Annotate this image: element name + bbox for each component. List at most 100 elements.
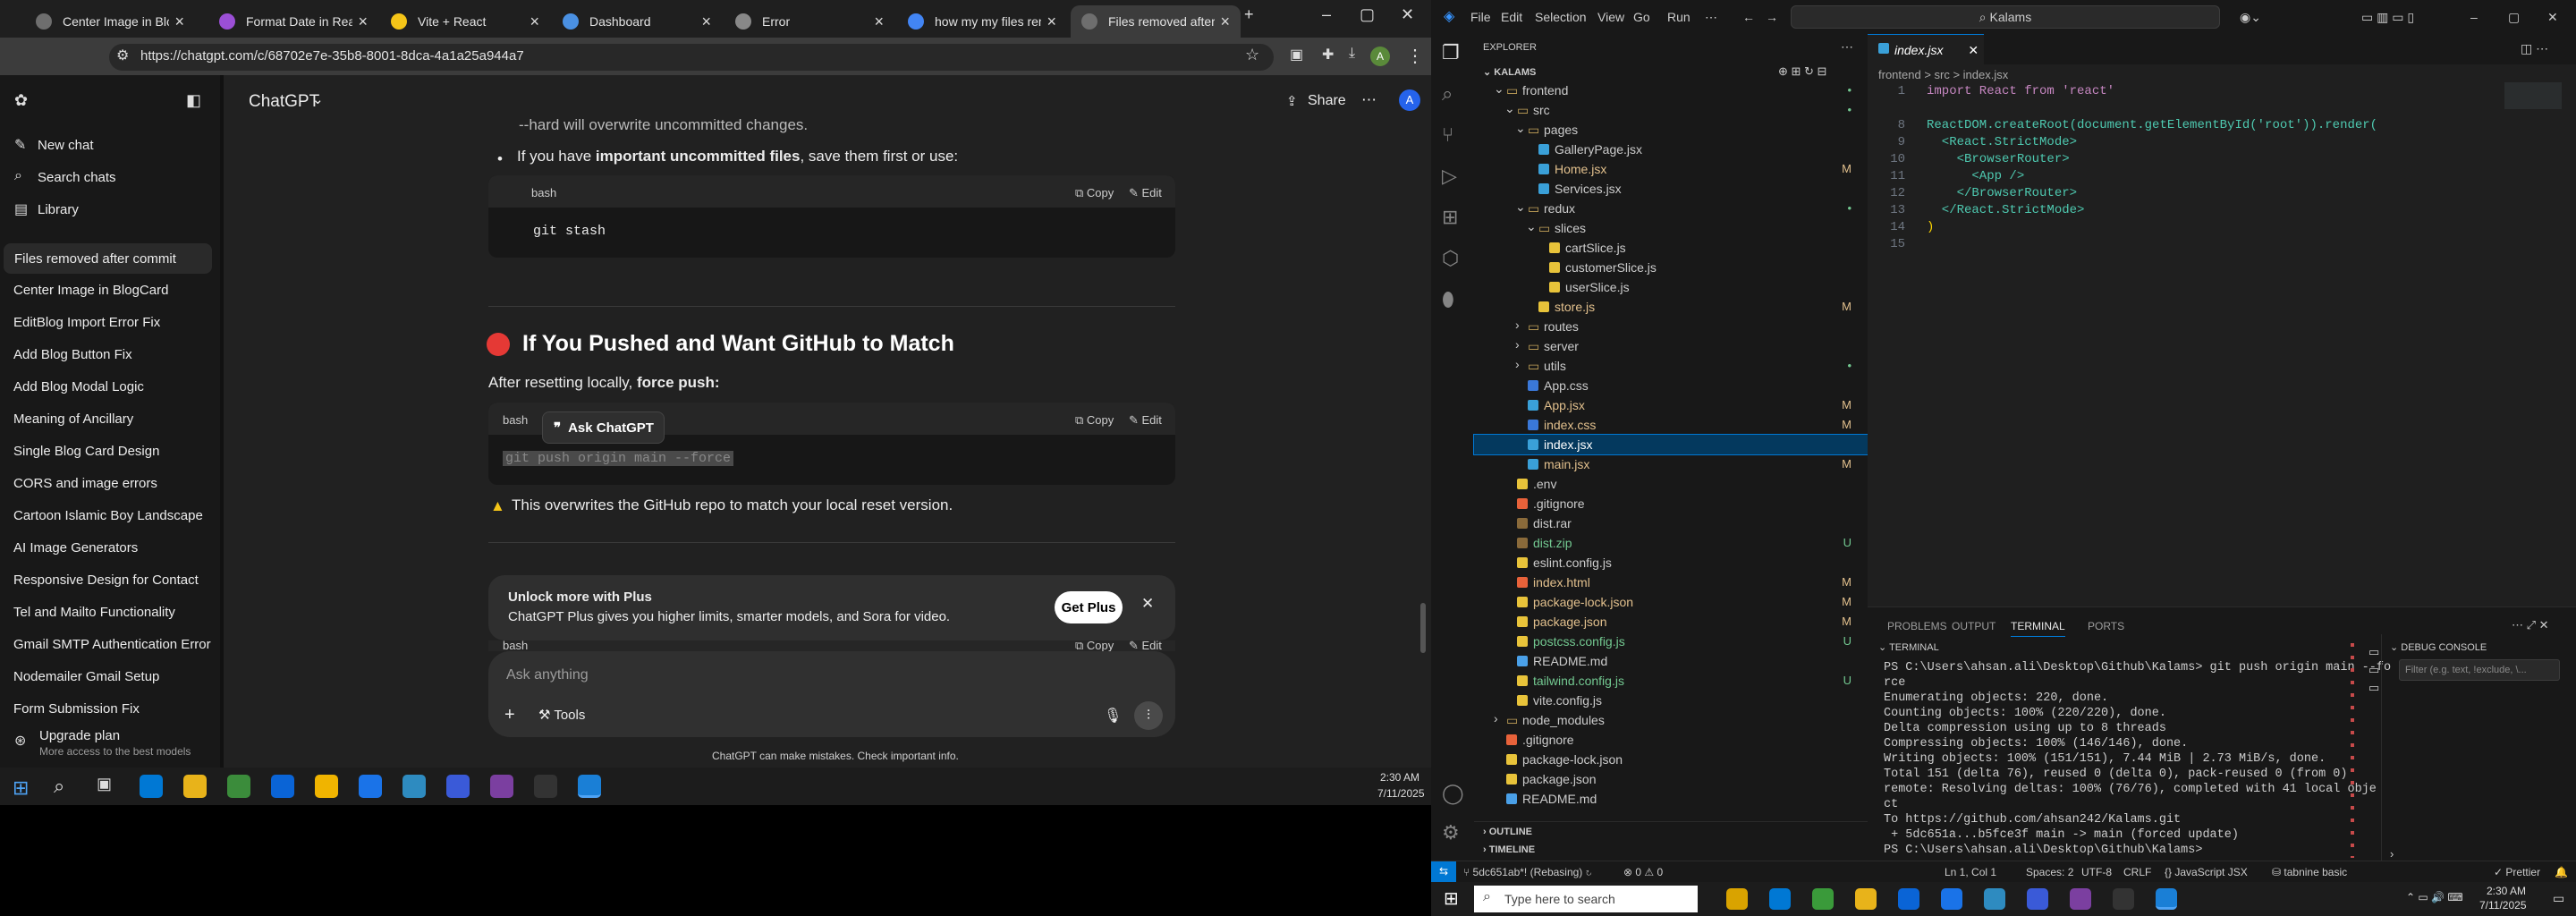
close-tab-icon[interactable]: × — [701, 13, 711, 31]
search-activity-icon[interactable]: ⌕ — [1442, 82, 1453, 106]
new-tab-icon[interactable]: + — [1244, 5, 1254, 24]
browser-tab[interactable]: Center Image in BlogC × — [25, 5, 195, 38]
model-selector[interactable]: ChatGPT — [249, 92, 319, 112]
explorer-more-icon[interactable]: ⋯ — [1841, 39, 1853, 55]
taskbar-search-box[interactable]: Type here to search — [1474, 886, 1698, 912]
terminal-icon[interactable] — [534, 775, 557, 798]
tree-item[interactable]: vite.config.js — [1474, 691, 1868, 710]
extension-icon[interactable]: ▣ — [1290, 46, 1303, 64]
tree-item[interactable]: cartSlice.js — [1474, 238, 1868, 258]
task-view-icon[interactable]: ▣ — [97, 775, 112, 793]
tree-item[interactable]: ⌄ ▭ frontend • — [1474, 81, 1868, 100]
maximize-icon[interactable]: ▢ — [1360, 5, 1375, 24]
close-tab-icon[interactable]: × — [358, 13, 368, 31]
command-center-search[interactable]: ⌕ Kalams — [1791, 5, 2220, 29]
bookmark-star-icon[interactable]: ☆ — [1245, 46, 1259, 64]
taskbar-app-icon[interactable] — [2027, 888, 2048, 910]
remote-icon[interactable]: ⇆ — [1431, 861, 1456, 883]
browser-menu-icon[interactable]: ⋮ — [1406, 45, 1424, 67]
taskbar-github-icon[interactable] — [2113, 888, 2134, 910]
code-line[interactable]: </React.StrictMode> — [1927, 203, 2085, 217]
windows-start-icon[interactable]: ⊞ — [1444, 887, 1459, 910]
taskbar-store-icon[interactable] — [1898, 888, 1919, 910]
layout-icons[interactable]: ▭ ▥ ▭ ▯ — [2361, 10, 2414, 25]
chrome-icon[interactable] — [359, 775, 382, 798]
code-line[interactable]: ) — [1927, 220, 1934, 234]
sidebar-toggle-icon[interactable]: ◧ — [186, 91, 201, 110]
code-text-selected[interactable]: git push origin main --force — [503, 451, 734, 466]
tree-item[interactable]: › ▭ routes — [1474, 317, 1868, 336]
menu-go[interactable]: Go — [1633, 10, 1650, 24]
tree-item[interactable]: ⌄ ▭ pages — [1474, 120, 1868, 140]
system-tray-icons[interactable]: ⌃ ▭ 🔊 ⌨ — [2406, 891, 2463, 903]
main-scrollbar[interactable] — [1420, 603, 1426, 653]
tree-item[interactable]: package-lock.json — [1474, 750, 1868, 769]
debug-chevron-icon[interactable]: › — [2390, 847, 2394, 861]
tree-item[interactable]: App.css — [1474, 376, 1868, 395]
vscode-maximize-icon[interactable]: ▢ — [2508, 10, 2520, 25]
close-tab-icon[interactable]: × — [530, 13, 539, 31]
docker-icon[interactable]: ⬡ — [1442, 247, 1459, 270]
outline-section[interactable]: › OUTLINE — [1483, 827, 1532, 837]
upgrade-plan-button[interactable]: Upgrade plan — [39, 728, 120, 743]
close-tab-icon[interactable]: × — [1046, 13, 1056, 31]
tree-item[interactable]: .env — [1474, 474, 1868, 494]
cursor-position[interactable]: Ln 1, Col 1 — [1945, 866, 1996, 878]
tree-item[interactable]: customerSlice.js — [1474, 258, 1868, 277]
tree-item[interactable]: Services.jsx — [1474, 179, 1868, 199]
user-avatar[interactable]: A — [1399, 89, 1420, 111]
sidebar-chat-item[interactable]: Responsive Design for Contact — [13, 572, 199, 588]
sidebar-chat-item[interactable]: EditBlog Import Error Fix — [13, 315, 160, 330]
prettier-status[interactable]: ✓ Prettier — [2494, 866, 2540, 878]
taskbar-file-explorer-icon[interactable] — [1855, 888, 1877, 910]
sidebar-chat-item[interactable]: Tel and Mailto Functionality — [13, 605, 175, 620]
panel-tab-problems[interactable]: PROBLEMS — [1887, 620, 1947, 632]
microphone-icon[interactable]: 🎙 — [1104, 707, 1122, 725]
tree-item[interactable]: › ▭ node_modules — [1474, 710, 1868, 730]
chevron-down-icon[interactable]: ⌄ — [312, 91, 324, 107]
tree-item[interactable]: store.js M — [1474, 297, 1868, 317]
menu-file[interactable]: File — [1470, 10, 1491, 24]
get-plus-button[interactable]: Get Plus — [1055, 591, 1123, 623]
edit-button[interactable]: ✎ Edit — [1129, 186, 1162, 200]
taskbar-widgets-icon[interactable] — [1726, 888, 1748, 910]
outlook-icon[interactable] — [271, 775, 294, 798]
taskbar-vscode-icon[interactable] — [2156, 888, 2177, 910]
site-info-icon[interactable]: ⚙ — [116, 47, 129, 64]
sidebar-chat-item[interactable]: Add Blog Modal Logic — [13, 379, 144, 394]
tree-item[interactable]: › ▭ utils • — [1474, 356, 1868, 376]
tree-item[interactable]: package-lock.json M — [1474, 592, 1868, 612]
nav-back-icon[interactable]: ← — [1742, 10, 1755, 24]
edit-button[interactable]: ✎ Edit — [1129, 413, 1162, 428]
notifications-icon[interactable]: 🔔 — [2555, 866, 2568, 878]
browser-tab[interactable]: Error × — [724, 5, 894, 38]
menu-selection[interactable]: Selection — [1535, 10, 1587, 24]
attach-plus-icon[interactable]: + — [504, 705, 515, 725]
vscode-close-icon[interactable]: ✕ — [2547, 10, 2558, 25]
sidebar-chat-item[interactable]: CORS and image errors — [13, 476, 157, 491]
ask-chatgpt-button[interactable]: ❞ Ask ChatGPT — [542, 411, 665, 444]
sidebar-chat-item[interactable]: Gmail SMTP Authentication Error — [13, 637, 211, 652]
extensions-puzzle-icon[interactable]: ✚ — [1322, 46, 1334, 64]
taskbar-task-view-icon[interactable] — [1769, 888, 1791, 910]
browser-tab[interactable]: Files removed after co × — [1071, 5, 1241, 38]
minimize-icon[interactable]: – — [1322, 5, 1331, 24]
tree-item[interactable]: ⌄ ▭ redux • — [1474, 199, 1868, 218]
explorer-icon[interactable]: ❐ — [1442, 41, 1460, 64]
new-chat-button[interactable]: New chat — [38, 138, 94, 153]
panel-tab-ports[interactable]: PORTS — [2088, 620, 2124, 632]
tree-item[interactable]: .gitignore — [1474, 730, 1868, 750]
tree-item[interactable]: tailwind.config.js U — [1474, 671, 1868, 691]
close-window-icon[interactable]: ✕ — [1401, 5, 1414, 24]
manage-gear-icon[interactable]: ⚙ — [1442, 821, 1460, 844]
sidebar-chat-item[interactable]: AI Image Generators — [13, 540, 138, 556]
copy-button[interactable]: ⧉ Copy — [1075, 413, 1114, 428]
panel-tab-output[interactable]: OUTPUT — [1952, 620, 1996, 632]
close-tab-icon[interactable]: × — [174, 13, 184, 31]
code-line[interactable]: ReactDOM.createRoot(document.getElementB… — [1927, 118, 2377, 132]
browser-tab[interactable]: Dashboard × — [552, 5, 722, 38]
vscode-minimize-icon[interactable]: – — [2470, 10, 2478, 24]
tree-item[interactable]: userSlice.js — [1474, 277, 1868, 297]
git-branch[interactable]: ⑂ 5dc651ab*! (Rebasing) ↻ — [1463, 866, 1592, 878]
code-line[interactable]: <App /> — [1927, 169, 2024, 183]
